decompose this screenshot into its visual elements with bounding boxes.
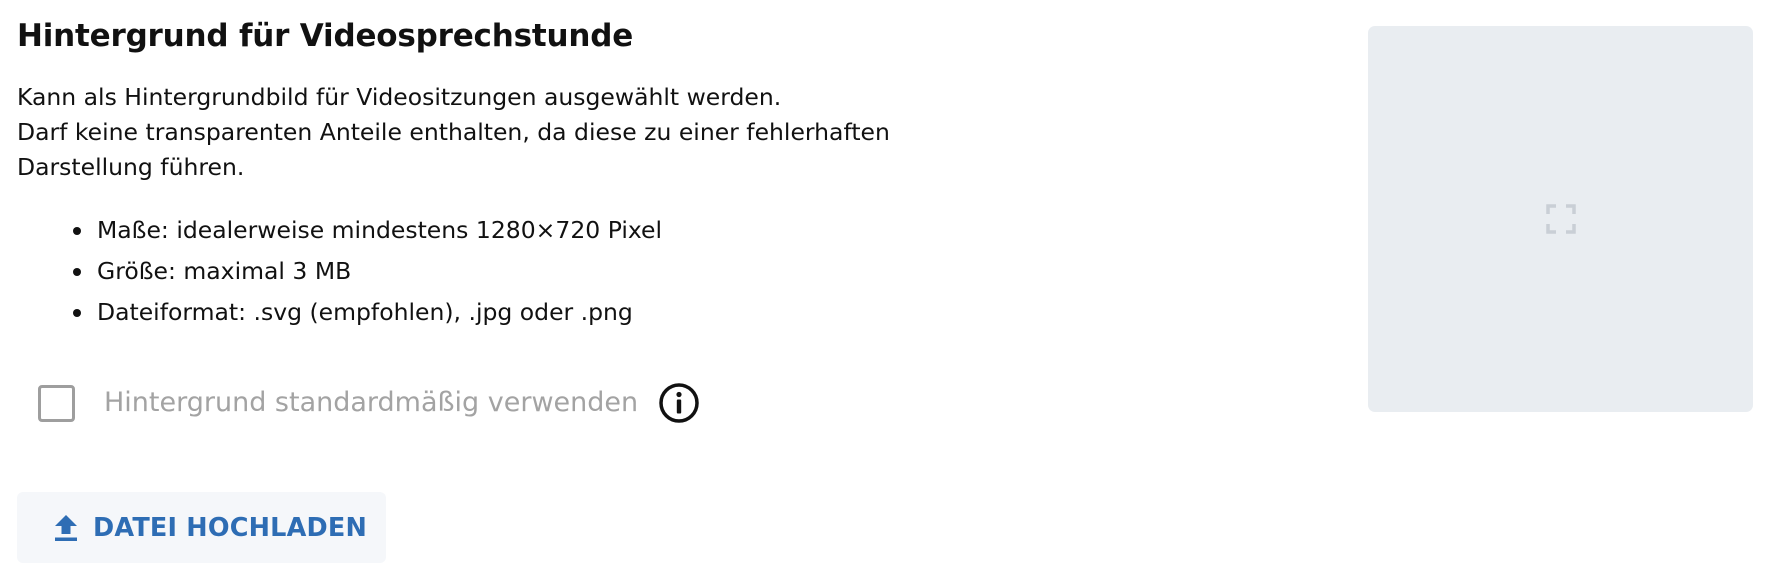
default-background-option: Hintergrund standardmäßig verwenden xyxy=(38,382,700,424)
section-title: Hintergrund für Videosprechstunde xyxy=(17,18,634,54)
background-settings-panel: Hintergrund für Videosprechstunde Kann a… xyxy=(0,0,1774,588)
requirement-text: Dateiformat: .svg (empfohlen), .jpg oder… xyxy=(97,298,633,326)
requirement-text: Größe: maximal 3 MB xyxy=(97,257,352,285)
default-background-checkbox[interactable] xyxy=(38,384,75,422)
bullet-icon xyxy=(73,268,81,276)
requirements-list: Maße: idealerweise mindestens 1280×720 P… xyxy=(17,210,1017,333)
description-line: Kann als Hintergrundbild für Videositzun… xyxy=(17,83,782,111)
description-line: Darstellung führen. xyxy=(17,153,245,181)
bullet-icon xyxy=(73,227,81,235)
default-background-label[interactable]: Hintergrund standardmäßig verwenden xyxy=(104,382,638,424)
info-circle-icon[interactable] xyxy=(658,382,700,424)
description-line: Darf keine transparenten Anteile enthalt… xyxy=(17,118,890,146)
requirement-item-format: Dateiformat: .svg (empfohlen), .jpg oder… xyxy=(73,292,1017,333)
upload-file-label: DATEI HOCHLADEN xyxy=(93,512,368,543)
section-description: Kann als Hintergrundbild für Videositzun… xyxy=(17,80,1017,185)
upload-file-button[interactable]: DATEI HOCHLADEN xyxy=(17,492,386,563)
requirement-item-size: Größe: maximal 3 MB xyxy=(73,251,1017,292)
requirement-text: Maße: idealerweise mindestens 1280×720 P… xyxy=(97,216,663,244)
requirement-item-dimensions: Maße: idealerweise mindestens 1280×720 P… xyxy=(73,210,1017,251)
background-preview[interactable] xyxy=(1368,26,1753,412)
settings-text-column: Hintergrund für Videosprechstunde Kann a… xyxy=(17,14,1017,333)
bullet-icon xyxy=(73,309,81,317)
expand-icon[interactable] xyxy=(1545,204,1576,234)
upload-arrow-icon xyxy=(53,514,79,542)
